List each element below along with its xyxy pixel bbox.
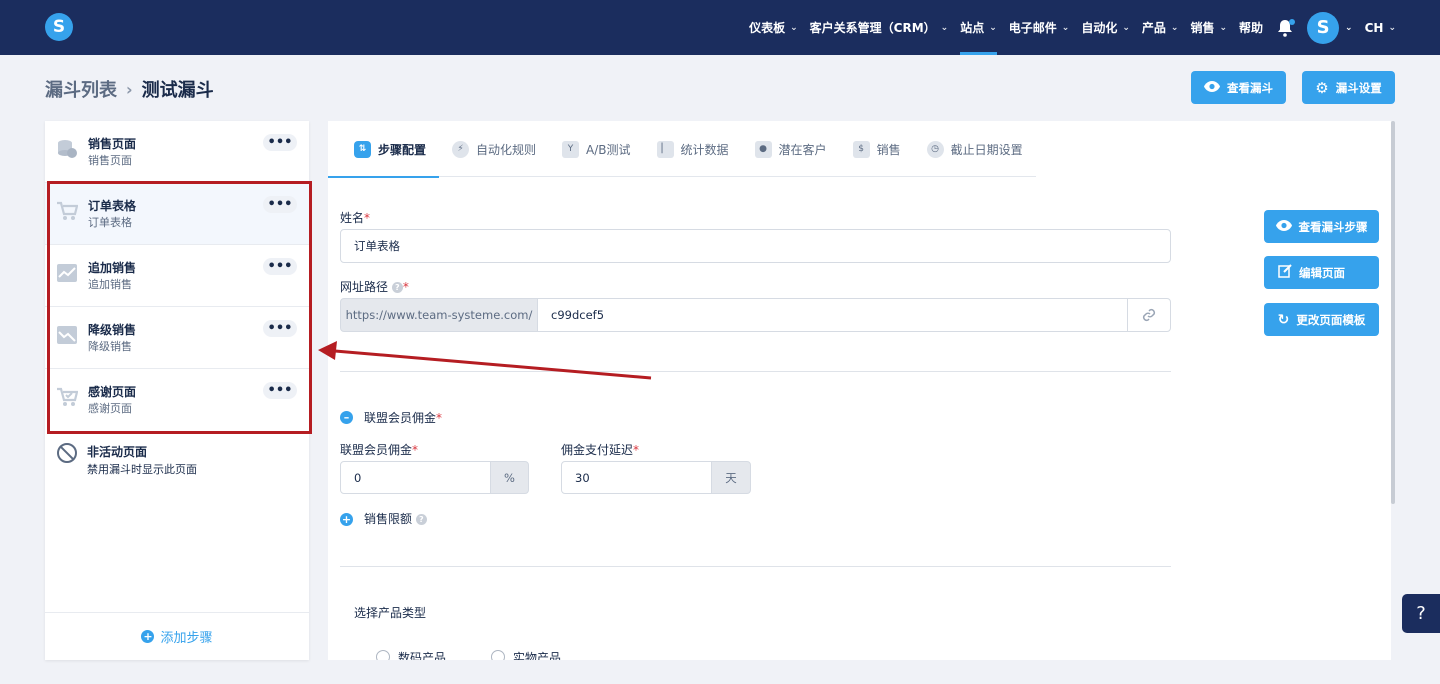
- annotation-arrow: [318, 341, 652, 380]
- help-button[interactable]: ?: [1402, 594, 1440, 633]
